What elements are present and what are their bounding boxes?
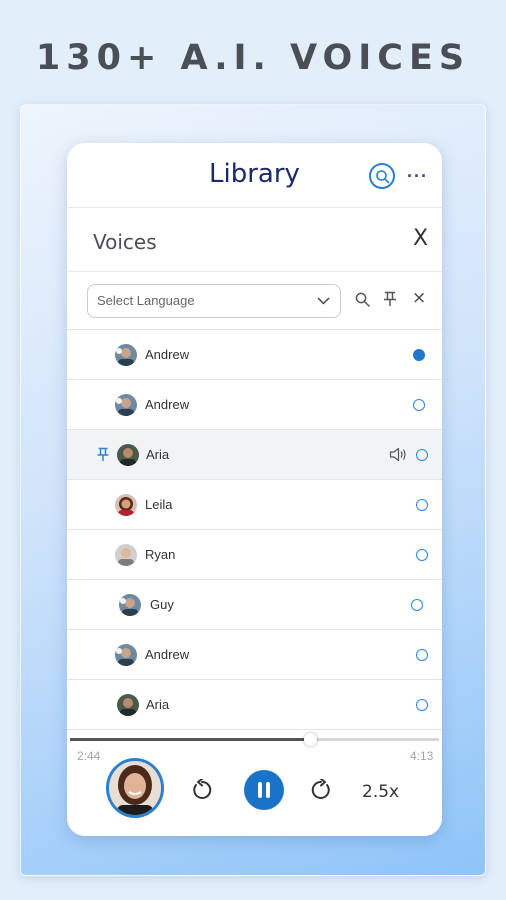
list-item[interactable]: Aria [67,430,442,480]
voice-radio[interactable] [416,649,428,661]
close-panel-button[interactable]: X [413,226,428,251]
voice-name: Guy [150,597,174,612]
elapsed-time: 2:44 [77,749,101,763]
speaker-icon[interactable] [389,447,409,462]
language-select-label: Select Language [97,293,195,308]
avatar [119,594,141,616]
pin-icon[interactable] [383,291,397,307]
voice-list: Andrew Andrew Aria Leila Ryan Guy Andrew… [67,330,442,730]
progress-bar[interactable] [70,733,439,746]
chevron-down-icon [317,297,330,305]
pin-icon[interactable] [97,447,109,462]
voice-name: Andrew [145,397,190,412]
narrator-avatar[interactable] [106,758,164,818]
list-item[interactable]: Andrew [67,630,442,680]
search-icon[interactable] [355,292,370,307]
language-select[interactable]: Select Language [87,284,341,318]
rewind-icon[interactable] [191,779,213,801]
playback-speed-button[interactable]: 2.5x [362,782,399,802]
avatar [115,544,137,566]
clear-filter-button[interactable]: × [412,288,426,308]
avatar [115,494,137,516]
voice-name: Aria [146,447,170,462]
filter-row: Select Language × [67,272,442,330]
avatar [115,394,137,416]
avatar [117,694,139,716]
list-item[interactable]: Andrew [67,380,442,430]
total-time: 4:13 [410,749,434,763]
voices-panel-header: Voices X [67,208,442,272]
voice-radio[interactable] [416,499,428,511]
list-item[interactable]: Andrew [67,330,442,380]
top-bar: Library ··· [67,143,442,208]
voice-name: Andrew [145,647,190,662]
search-icon[interactable] [369,163,395,189]
progress-fill [70,738,310,741]
list-item[interactable]: Guy [67,580,442,630]
more-horizontal-icon[interactable]: ··· [407,167,428,185]
avatar [115,644,137,666]
voice-radio[interactable] [413,399,425,411]
voice-name: Andrew [145,347,190,362]
pause-icon [258,782,262,798]
pause-button[interactable] [244,770,284,810]
voices-panel-title: Voices [93,230,157,254]
phone-screen: Library ··· Voices X Select Language × A… [67,143,442,836]
voice-radio-selected[interactable] [413,349,425,361]
voice-radio[interactable] [416,699,428,711]
voice-radio[interactable] [411,599,423,611]
progress-thumb[interactable] [303,733,317,746]
list-item[interactable]: Leila [67,480,442,530]
headline: 130+ A.I. VOICES [35,38,471,78]
list-item[interactable]: Ryan [67,530,442,580]
avatar [115,344,137,366]
avatar [117,444,139,466]
voice-name: Leila [145,497,173,512]
voice-radio[interactable] [416,449,428,461]
voice-name: Ryan [145,547,176,562]
voice-radio[interactable] [416,549,428,561]
list-item[interactable]: Aria [67,680,442,730]
audio-player: 2:44 4:13 2.5x [67,732,442,836]
voice-name: Aria [146,697,170,712]
forward-icon[interactable] [310,779,332,801]
